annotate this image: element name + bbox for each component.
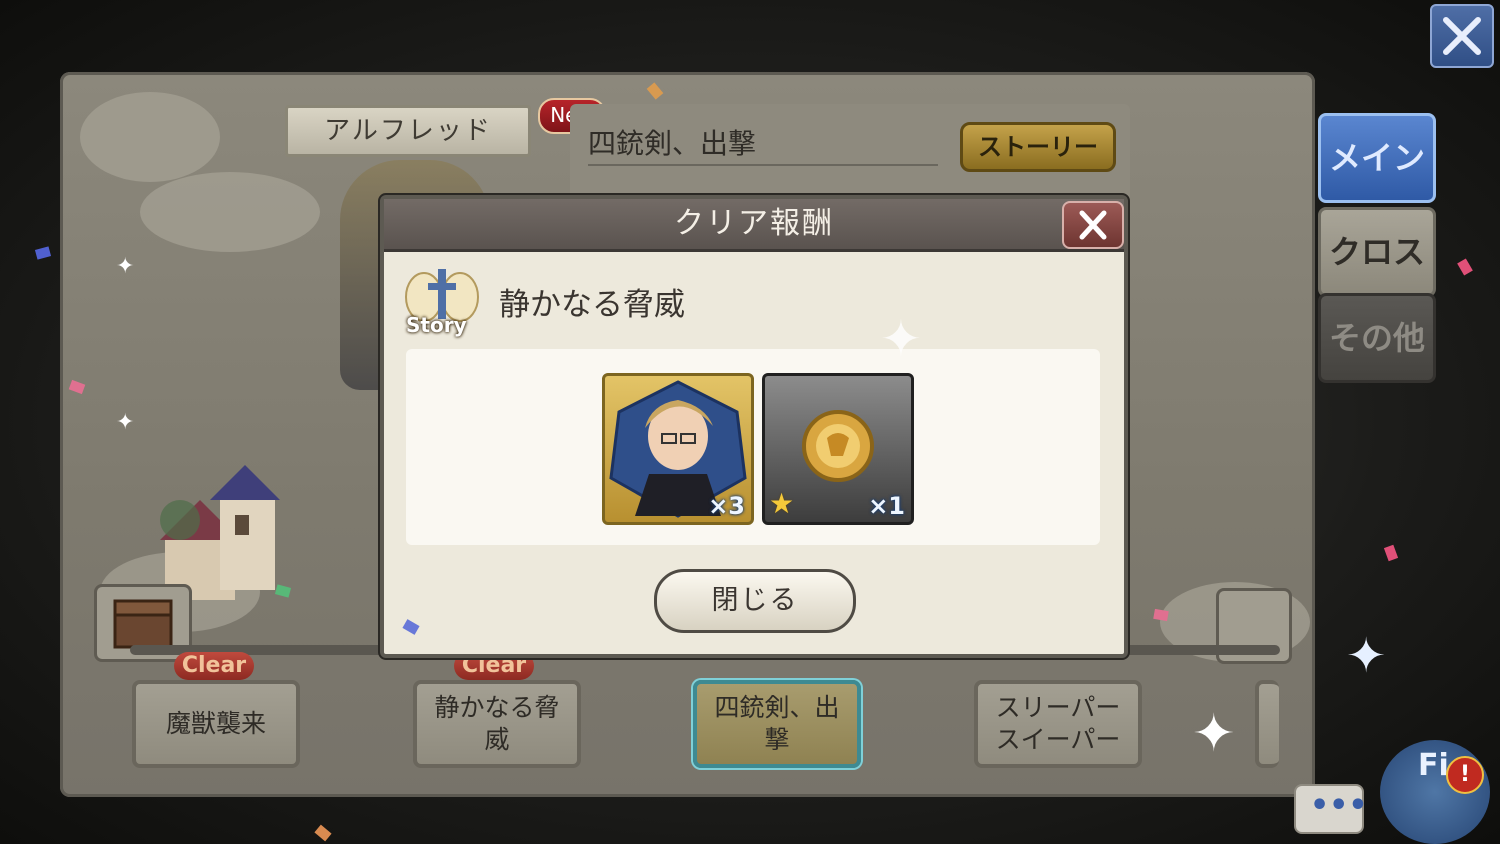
confetti xyxy=(1457,258,1473,276)
rarity-star-icon: ★ xyxy=(769,487,795,520)
close-icon[interactable] xyxy=(1430,4,1494,68)
stage-node-partial[interactable] xyxy=(1255,680,1279,768)
story-icon-label: Story xyxy=(406,313,467,337)
reward-item-tile[interactable]: ★ ×1 xyxy=(762,373,914,525)
story-button[interactable]: ストーリー xyxy=(960,122,1116,172)
character-name-plate: アルフレッド xyxy=(285,105,531,157)
stage-label: 四銃剣、出撃 xyxy=(714,692,840,755)
close-icon[interactable] xyxy=(1062,201,1124,249)
reward-character-tile[interactable]: ×3 xyxy=(602,373,754,525)
stage-node[interactable]: 静かなる脅威 xyxy=(413,680,581,768)
sparkle-icon: ✦ xyxy=(1192,704,1236,764)
story-icon: Story xyxy=(402,263,482,343)
stage-node-current[interactable]: 四銃剣、出撃 xyxy=(693,680,861,768)
alert-icon: ! xyxy=(1446,756,1484,794)
reward-quantity: ×1 xyxy=(868,492,905,520)
chat-button[interactable]: ••• xyxy=(1294,784,1368,834)
tab-main[interactable]: メイン xyxy=(1318,113,1436,203)
sparkle-icon: ✦ xyxy=(1346,628,1387,684)
sparkle-icon: ✦ xyxy=(880,310,922,368)
ellipsis-icon: ••• xyxy=(1310,788,1368,823)
rewards-area: ×3 ★ ×1 xyxy=(406,349,1100,545)
clear-reward-modal: クリア報酬 Story 静かなる脅威 ×3 ★ ×1 閉じる xyxy=(380,195,1128,658)
sparkle-icon: ✦ xyxy=(116,410,135,435)
confetti xyxy=(34,246,52,260)
stage-node[interactable]: スリーパースイーパー xyxy=(974,680,1142,768)
sparkle-icon: ✦ xyxy=(116,254,135,279)
field-label: Fi xyxy=(1418,748,1449,783)
clear-tag: Clear xyxy=(174,652,254,680)
stage-label: スリーパースイーパー xyxy=(995,692,1121,755)
stage-label: 静かなる脅威 xyxy=(434,692,560,755)
modal-title: クリア報酬 xyxy=(384,199,1124,252)
stage-node[interactable]: 魔獣襲来 xyxy=(132,680,300,768)
close-button[interactable]: 閉じる xyxy=(654,569,856,633)
confetti xyxy=(314,824,332,842)
tab-other[interactable]: その他 xyxy=(1318,293,1436,383)
stage-label: 魔獣襲来 xyxy=(165,708,266,738)
reward-quantity: ×3 xyxy=(708,492,745,520)
tab-cross[interactable]: クロス xyxy=(1318,207,1436,297)
quest-title: 静かなる脅威 xyxy=(499,287,685,323)
confetti xyxy=(1383,544,1399,562)
chapter-title: 四銃剣、出撃 xyxy=(588,124,938,166)
